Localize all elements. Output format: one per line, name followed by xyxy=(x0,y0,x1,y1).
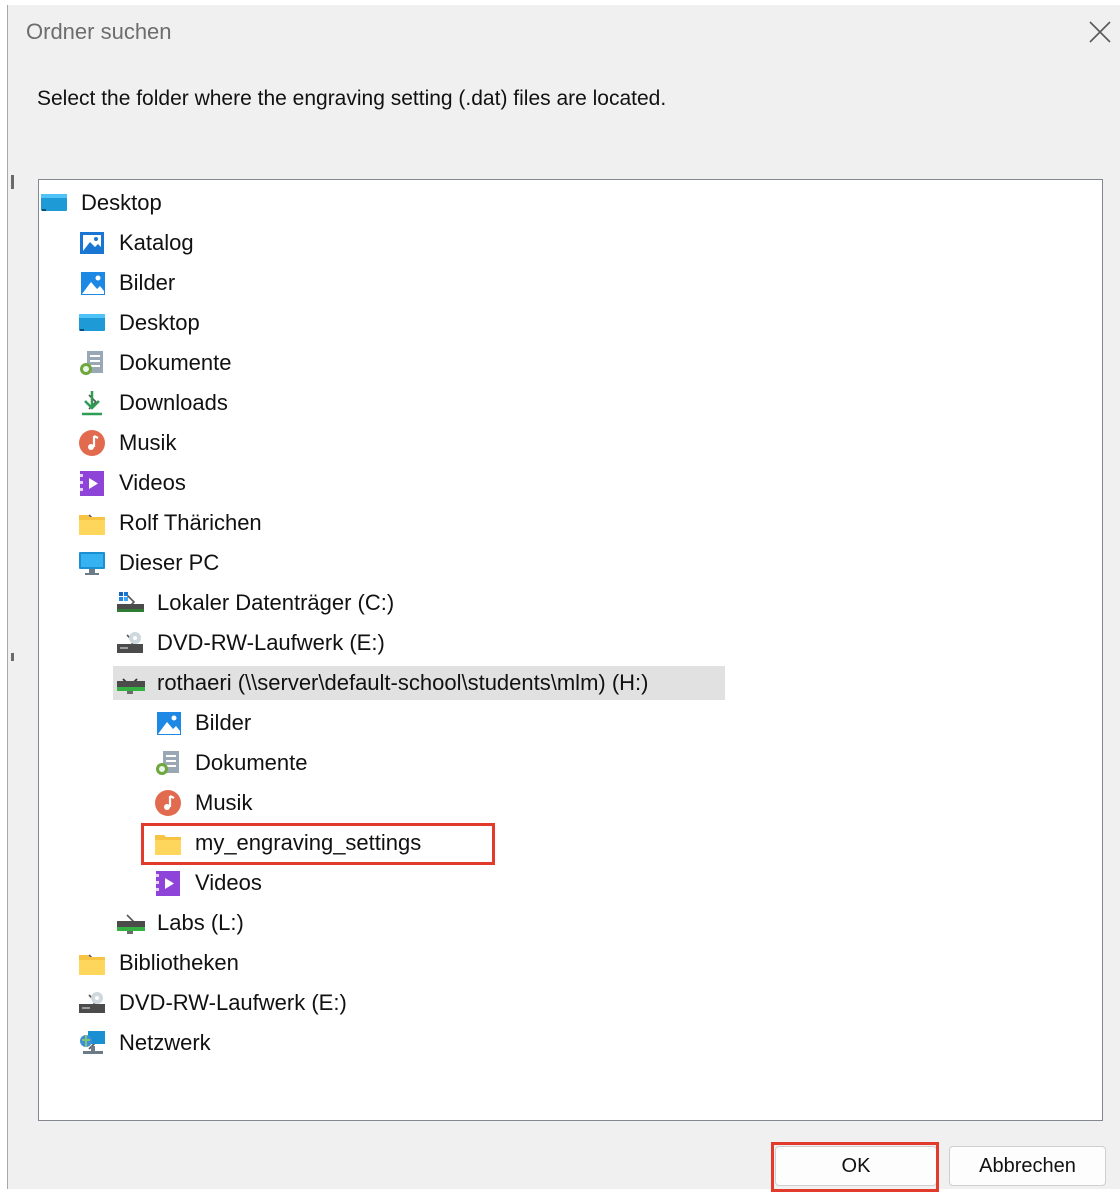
instruction-text: Select the folder where the engraving se… xyxy=(37,87,667,110)
tree-item-label: rothaeri (\\server\default-school\studen… xyxy=(157,670,649,695)
folder-icon xyxy=(153,829,183,857)
tree-item[interactable]: Videos xyxy=(39,865,1102,905)
tree-item-label: Bilder xyxy=(119,270,176,295)
network-drive-icon xyxy=(115,909,145,937)
tree-item[interactable]: Desktop xyxy=(39,305,1102,345)
local-drive-icon xyxy=(115,589,145,617)
tree-item-label: Videos xyxy=(195,870,262,895)
tree-item[interactable]: Lokaler Datenträger (C:) xyxy=(39,585,1102,625)
tree-item[interactable]: Katalog xyxy=(39,225,1102,265)
tree-item[interactable]: Bibliotheken xyxy=(39,945,1102,985)
dvd-drive-icon xyxy=(115,629,145,657)
videos-icon xyxy=(153,869,183,897)
pictures-icon xyxy=(77,269,107,297)
tree-item-label: my_engraving_settings xyxy=(195,830,422,855)
tree-item-label: Lokaler Datenträger (C:) xyxy=(157,590,395,615)
close-icon xyxy=(1089,21,1111,43)
network-icon xyxy=(77,1029,107,1057)
tree-item-label: Netzwerk xyxy=(119,1030,211,1055)
tree-item[interactable]: Rolf Thärichen xyxy=(39,505,1102,545)
downloads-icon xyxy=(77,389,107,417)
tree-item[interactable]: Desktop xyxy=(39,185,1102,225)
documents-icon xyxy=(77,349,107,377)
network-drive-icon xyxy=(115,669,145,697)
tree-item-label: Bilder xyxy=(195,710,252,735)
folder-icon xyxy=(77,509,107,537)
music-icon xyxy=(77,429,107,457)
tree-item-label: Dieser PC xyxy=(119,550,220,575)
tree-item-label: Dokumente xyxy=(195,750,308,775)
tree-item[interactable]: Netzwerk xyxy=(39,1025,1102,1065)
computer-icon xyxy=(77,549,107,577)
tree-item-label: Bibliotheken xyxy=(119,950,239,975)
left-edge-mark xyxy=(11,175,14,189)
tree-item-label: Rolf Thärichen xyxy=(119,510,262,535)
tree-item[interactable]: DVD-RW-Laufwerk (E:) xyxy=(39,625,1102,665)
tree-item[interactable]: DVD-RW-Laufwerk (E:) xyxy=(39,985,1102,1025)
tree-item[interactable]: Musik xyxy=(39,785,1102,825)
desktop-icon xyxy=(39,189,69,217)
tree-item-label: Desktop xyxy=(81,190,162,215)
tree-item[interactable]: Downloads xyxy=(39,385,1102,425)
tree-item[interactable]: Dieser PC xyxy=(39,545,1102,585)
tree-item[interactable]: Dokumente xyxy=(39,345,1102,385)
tree-item[interactable]: Bilder xyxy=(39,705,1102,745)
gallery-icon xyxy=(77,229,107,257)
tree-item-label: DVD-RW-Laufwerk (E:) xyxy=(157,630,385,655)
folder-browser-dialog: Ordner suchen Select the folder where th… xyxy=(7,5,1120,1192)
folder-tree[interactable]: Desktop Katalog Bilder Desktop Dokumente Down… xyxy=(38,179,1103,1121)
documents-icon xyxy=(153,749,183,777)
desktop-icon xyxy=(77,309,107,337)
music-icon xyxy=(153,789,183,817)
tree-item-label: Katalog xyxy=(119,230,194,255)
videos-icon xyxy=(77,469,107,497)
folder-icon xyxy=(77,949,107,977)
tree-item-label: Labs (L:) xyxy=(157,910,244,935)
tree-item-label: DVD-RW-Laufwerk (E:) xyxy=(119,990,347,1015)
tree-item-label: Musik xyxy=(195,790,253,815)
tree-item[interactable]: Musik xyxy=(39,425,1102,465)
tree-item-label: Desktop xyxy=(119,310,200,335)
tree-item-label: Musik xyxy=(119,430,177,455)
tree-item-label: Dokumente xyxy=(119,350,232,375)
left-edge-mark xyxy=(11,653,14,661)
close-button[interactable] xyxy=(1083,15,1117,49)
tree-item[interactable]: Videos xyxy=(39,465,1102,505)
tree-item-label: Videos xyxy=(119,470,186,495)
tree-item[interactable]: my_engraving_settings xyxy=(39,823,1102,865)
cancel-button[interactable]: Abbrechen xyxy=(949,1146,1106,1186)
tree-item-label: Downloads xyxy=(119,390,228,415)
dialog-title: Ordner suchen xyxy=(26,19,172,44)
tree-item[interactable]: Bilder xyxy=(39,265,1102,305)
tree-item[interactable]: Labs (L:) xyxy=(39,905,1102,945)
tree-item[interactable]: Dokumente xyxy=(39,745,1102,785)
tree-item[interactable]: rothaeri (\\server\default-school\studen… xyxy=(39,665,1102,705)
dvd-drive-icon xyxy=(77,989,107,1017)
pictures-icon xyxy=(153,709,183,737)
ok-button[interactable]: OK xyxy=(775,1146,937,1186)
